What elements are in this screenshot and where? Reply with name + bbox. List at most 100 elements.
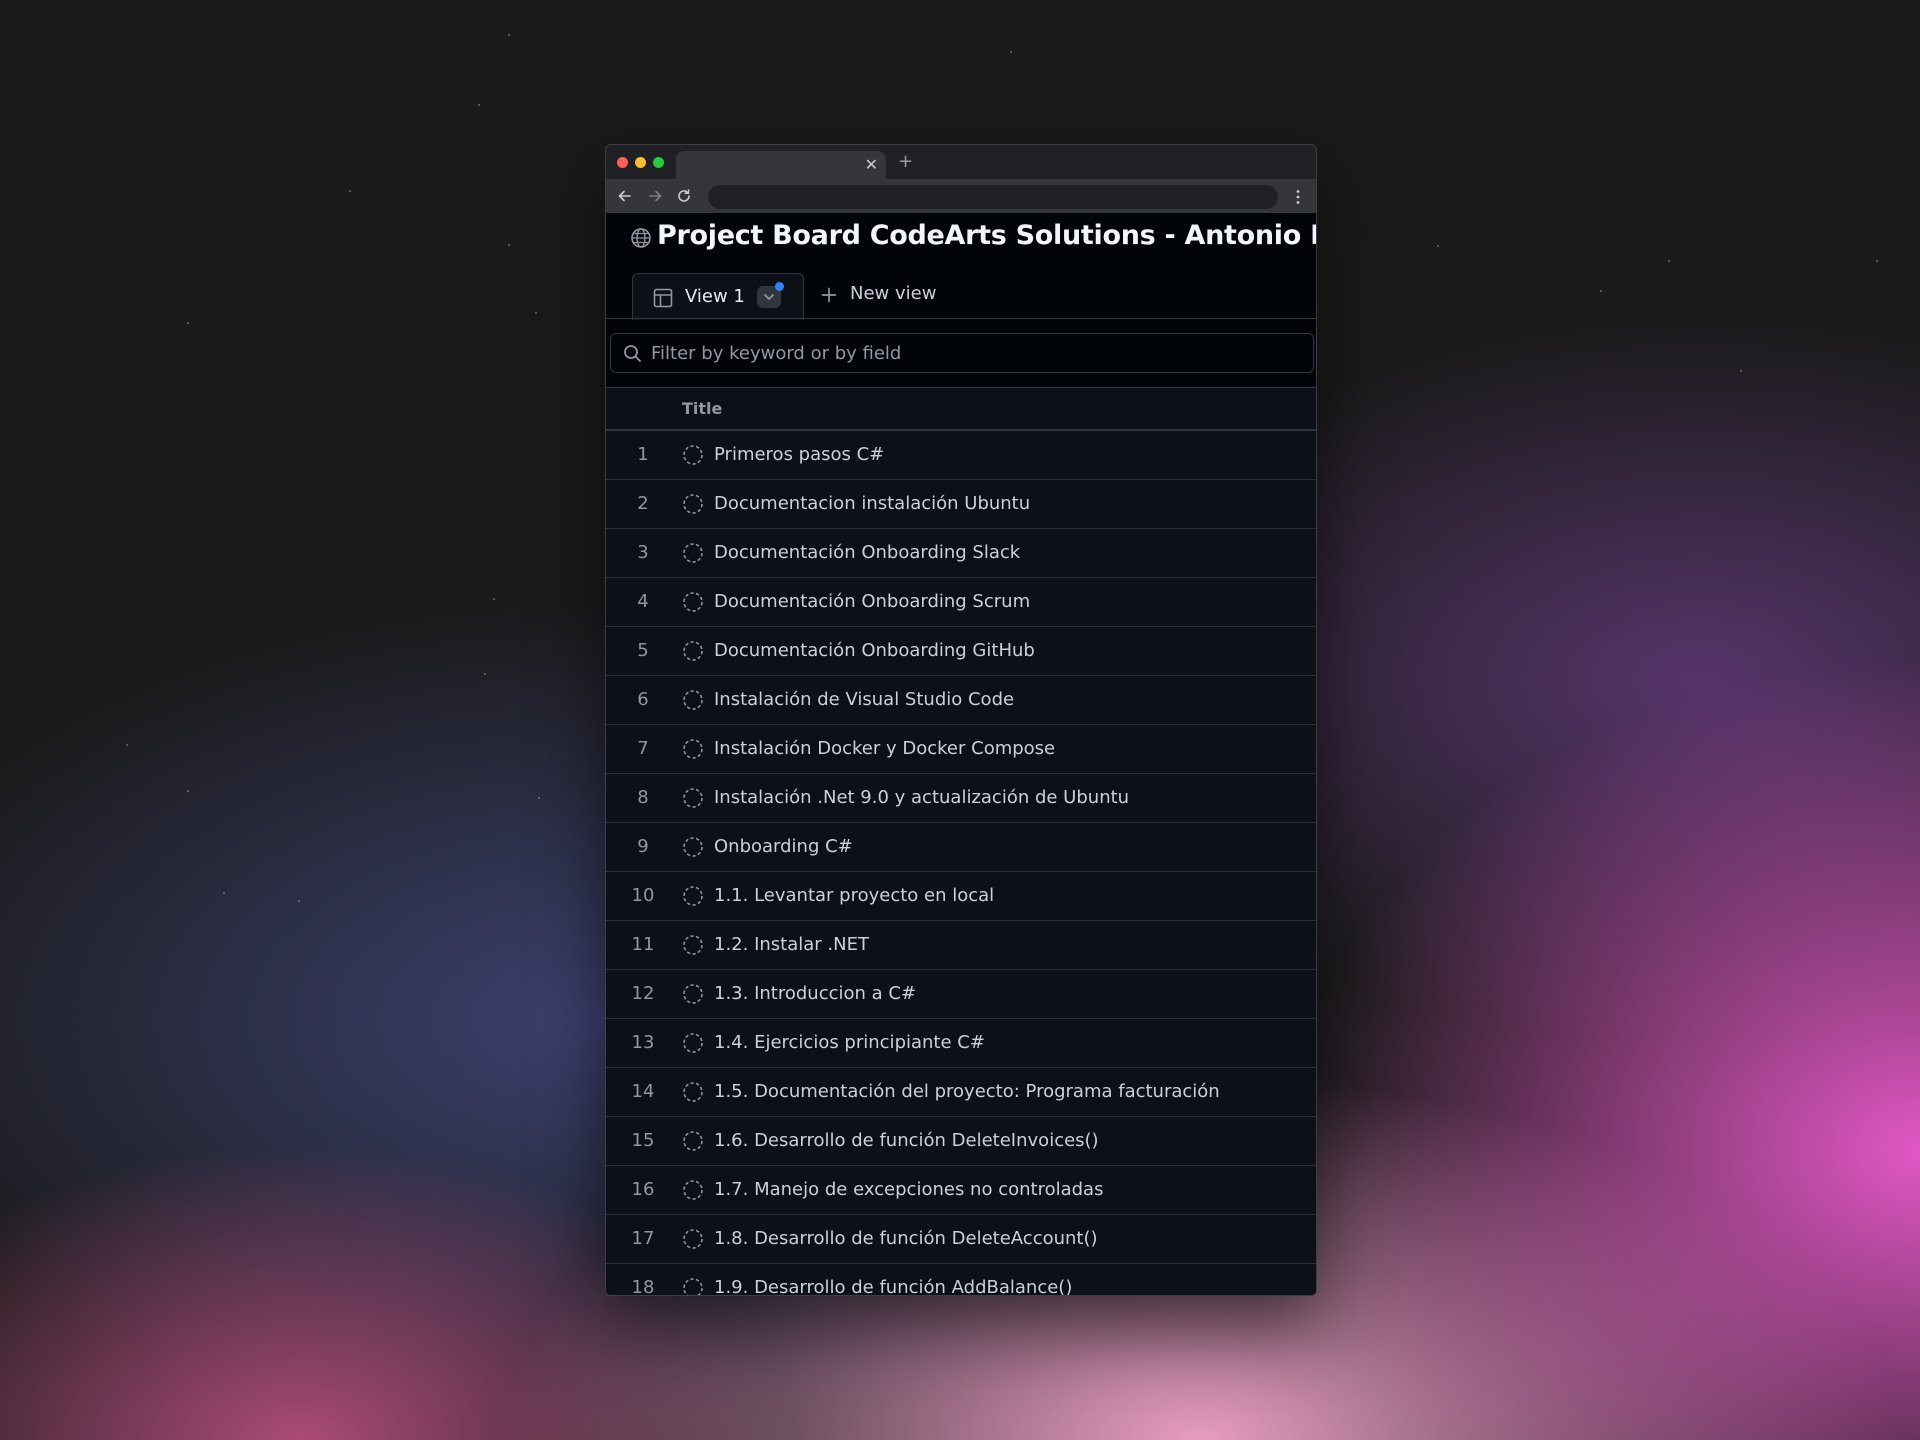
table-row[interactable]: 12 1.3. Introduccion a C# bbox=[606, 970, 1316, 1019]
table-row[interactable]: 13 1.4. Ejercicios principiante C# bbox=[606, 1019, 1316, 1068]
row-number: 10 bbox=[631, 885, 655, 906]
draft-circle-icon bbox=[682, 1130, 704, 1152]
draft-circle-icon bbox=[682, 1081, 704, 1103]
item-title-link[interactable]: 1.3. Introduccion a C# bbox=[714, 970, 916, 1018]
star bbox=[1010, 51, 1012, 53]
draft-circle-icon bbox=[682, 1228, 704, 1250]
star bbox=[187, 790, 189, 792]
item-title-link[interactable]: 1.5. Documentación del proyecto: Program… bbox=[714, 1068, 1220, 1116]
table-row[interactable]: 8 Instalación .Net 9.0 y actualización de… bbox=[606, 774, 1316, 823]
draft-circle-icon bbox=[682, 591, 704, 613]
globe-icon bbox=[631, 228, 651, 248]
new-tab-button[interactable]: + bbox=[898, 152, 913, 172]
star bbox=[349, 190, 351, 192]
table-row[interactable]: 16 1.7. Manejo de excepciones no controla… bbox=[606, 1166, 1316, 1215]
kebab-menu-icon[interactable] bbox=[1296, 189, 1300, 205]
item-title-link[interactable]: Documentacion instalación Ubuntu bbox=[714, 480, 1030, 528]
star bbox=[1600, 290, 1602, 292]
item-title-link[interactable]: 1.1. Levantar proyecto en local bbox=[714, 872, 994, 920]
row-number: 2 bbox=[637, 493, 649, 514]
table-row[interactable]: 17 1.8. Desarrollo de función DeleteAccou… bbox=[606, 1215, 1316, 1264]
draft-circle-icon bbox=[682, 640, 704, 662]
row-number: 3 bbox=[637, 542, 649, 563]
maximize-window-button[interactable] bbox=[653, 157, 664, 168]
item-title-link[interactable]: 1.9. Desarrollo de función AddBalance() bbox=[714, 1264, 1072, 1295]
filter-input[interactable] bbox=[651, 340, 1291, 366]
draft-circle-icon bbox=[682, 738, 704, 760]
star bbox=[535, 312, 537, 314]
item-title-link[interactable]: 1.7. Manejo de excepciones no controlada… bbox=[714, 1166, 1103, 1214]
table-body: 1 Primeros pasos C# 2 Documentacion instala… bbox=[606, 431, 1316, 1296]
star bbox=[538, 797, 540, 799]
star bbox=[223, 892, 225, 894]
star bbox=[1668, 260, 1670, 262]
arrow-right-icon[interactable] bbox=[646, 187, 664, 205]
table-row[interactable]: 18 1.9. Desarrollo de función AddBalance(… bbox=[606, 1264, 1316, 1296]
draft-circle-icon bbox=[682, 934, 704, 956]
filter-bar[interactable] bbox=[610, 333, 1314, 373]
table-row[interactable]: 2 Documentacion instalación Ubuntu bbox=[606, 480, 1316, 529]
row-number: 14 bbox=[631, 1081, 655, 1102]
draft-circle-icon bbox=[682, 444, 704, 466]
column-header-title[interactable]: Title bbox=[682, 399, 722, 418]
star bbox=[1740, 370, 1742, 372]
row-number: 6 bbox=[637, 689, 649, 710]
table-row[interactable]: 7 Instalación Docker y Docker Compose bbox=[606, 725, 1316, 774]
search-icon bbox=[624, 345, 641, 362]
item-title-link[interactable]: Documentación Onboarding Slack bbox=[714, 529, 1020, 577]
table-row[interactable]: 10 1.1. Levantar proyecto en local bbox=[606, 872, 1316, 921]
star bbox=[493, 598, 495, 600]
table-row[interactable]: 14 1.5. Documentación del proyecto: Progr… bbox=[606, 1068, 1316, 1117]
star bbox=[187, 322, 189, 324]
row-number: 17 bbox=[631, 1228, 655, 1249]
view-options-button[interactable] bbox=[757, 282, 784, 308]
reload-icon[interactable] bbox=[675, 187, 693, 205]
browser-tab[interactable]: ✕ bbox=[676, 151, 886, 179]
item-title-link[interactable]: Instalación .Net 9.0 y actualización de … bbox=[714, 774, 1129, 822]
table-row[interactable]: 15 1.6. Desarrollo de función DeleteInvoi… bbox=[606, 1117, 1316, 1166]
item-title-link[interactable]: 1.6. Desarrollo de función DeleteInvoice… bbox=[714, 1117, 1099, 1165]
table-row[interactable]: 1 Primeros pasos C# bbox=[606, 431, 1316, 480]
row-number: 4 bbox=[637, 591, 649, 612]
close-icon[interactable]: ✕ bbox=[865, 155, 878, 175]
star bbox=[126, 744, 128, 746]
item-title-link[interactable]: Onboarding C# bbox=[714, 823, 853, 871]
row-number: 5 bbox=[637, 640, 649, 661]
address-bar[interactable] bbox=[708, 185, 1278, 209]
star bbox=[298, 900, 300, 902]
tabs-divider bbox=[606, 318, 1316, 319]
table-row[interactable]: 9 Onboarding C# bbox=[606, 823, 1316, 872]
close-window-button[interactable] bbox=[617, 157, 628, 168]
item-title-link[interactable]: 1.8. Desarrollo de función DeleteAccount… bbox=[714, 1215, 1098, 1263]
table-row[interactable]: 5 Documentación Onboarding GitHub bbox=[606, 627, 1316, 676]
table-row[interactable]: 4 Documentación Onboarding Scrum bbox=[606, 578, 1316, 627]
item-title-link[interactable]: Documentación Onboarding GitHub bbox=[714, 627, 1035, 675]
minimize-window-button[interactable] bbox=[635, 157, 646, 168]
page-title: Project Board CodeArts Solutions - Anton… bbox=[657, 220, 1317, 251]
star bbox=[1876, 260, 1878, 262]
item-title-link[interactable]: Instalación Docker y Docker Compose bbox=[714, 725, 1055, 773]
star bbox=[508, 244, 510, 246]
browser-tabstrip: ✕ + bbox=[606, 145, 1316, 179]
draft-circle-icon bbox=[682, 542, 704, 564]
draft-circle-icon bbox=[682, 983, 704, 1005]
row-number: 8 bbox=[637, 787, 649, 808]
item-title-link[interactable]: Instalación de Visual Studio Code bbox=[714, 676, 1014, 724]
draft-circle-icon bbox=[682, 885, 704, 907]
tab-view-1[interactable]: View 1 bbox=[632, 273, 804, 320]
item-title-link[interactable]: Primeros pasos C# bbox=[714, 431, 884, 479]
row-number: 18 bbox=[631, 1277, 655, 1296]
table-row[interactable]: 6 Instalación de Visual Studio Code bbox=[606, 676, 1316, 725]
star bbox=[1437, 245, 1439, 247]
item-title-link[interactable]: 1.2. Instalar .NET bbox=[714, 921, 869, 969]
table-row[interactable]: 11 1.2. Instalar .NET bbox=[606, 921, 1316, 970]
arrow-left-icon[interactable] bbox=[616, 187, 634, 205]
row-number: 11 bbox=[631, 934, 655, 955]
draft-circle-icon bbox=[682, 1032, 704, 1054]
tab-label: View 1 bbox=[685, 286, 745, 307]
unsaved-changes-dot bbox=[775, 282, 784, 291]
table-row[interactable]: 3 Documentación Onboarding Slack bbox=[606, 529, 1316, 578]
item-title-link[interactable]: Documentación Onboarding Scrum bbox=[714, 578, 1030, 626]
item-title-link[interactable]: 1.4. Ejercicios principiante C# bbox=[714, 1019, 985, 1067]
row-number: 12 bbox=[631, 983, 655, 1004]
